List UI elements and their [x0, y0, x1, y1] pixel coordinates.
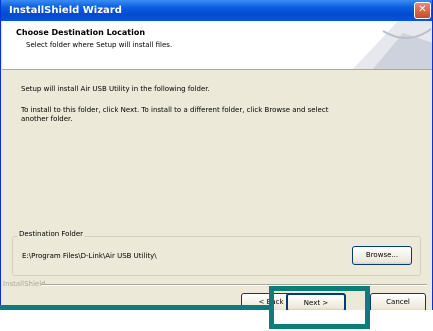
title-bar[interactable]: InstallShield Wizard ✕ [1, 0, 432, 21]
installer-window: InstallShield Wizard ✕ Choose Destinatio… [0, 0, 433, 310]
page-title: Choose Destination Location [16, 28, 146, 37]
wizard-header: Choose Destination Location Select folde… [2, 21, 432, 70]
browse-button[interactable]: Browse... [352, 246, 412, 265]
instruction-text-1: To install to this folder, click Next. T… [21, 106, 329, 114]
destination-folder-label: Destination Folder [17, 230, 86, 238]
install-info-text: Setup will install Air USB Utility in th… [21, 85, 210, 93]
header-graphic-icon [353, 21, 432, 69]
instruction-text-2: another folder. [21, 115, 73, 123]
window-title: InstallShield Wizard [9, 5, 122, 16]
next-button-highlight [269, 286, 370, 329]
installshield-label: InstallShield [3, 280, 46, 288]
close-icon[interactable]: ✕ [414, 2, 431, 19]
page-subtitle: Select folder where Setup will install f… [26, 41, 173, 49]
cancel-button[interactable]: Cancel [370, 293, 426, 310]
destination-path: E:\Program Files\D-Link\Air USB Utility\ [22, 252, 157, 260]
callout-pointer-line [0, 305, 269, 310]
